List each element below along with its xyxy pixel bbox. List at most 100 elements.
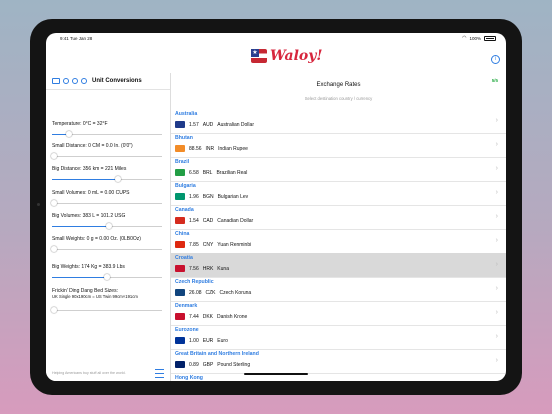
currency-row[interactable]: Bhutan 88.56 INR Indian Rupee › bbox=[171, 133, 506, 158]
sidebar-header: Unit Conversions bbox=[46, 73, 170, 90]
country-flag-icon bbox=[175, 361, 185, 368]
conversion-text: Big Distance: 356 km = 221 Miles bbox=[52, 166, 127, 172]
country-name: Denmark bbox=[175, 303, 198, 309]
chevron-right-icon: › bbox=[495, 237, 498, 244]
currency-code: GBP bbox=[202, 361, 214, 368]
currency-name: Danish Krone bbox=[217, 313, 248, 320]
status-right: ◠ 100% bbox=[462, 35, 496, 41]
app-header: ★ Waloy! i bbox=[46, 43, 506, 73]
currency-row[interactable]: Denmark 7.44 DKK Danish Krone › bbox=[171, 301, 506, 326]
currency-name: Australian Dollar bbox=[217, 121, 254, 128]
country-flag-icon bbox=[175, 241, 185, 248]
battery-icon bbox=[484, 35, 496, 41]
conversion-slider[interactable] bbox=[52, 176, 162, 182]
conversion-slider[interactable] bbox=[52, 223, 162, 229]
currency-name: Yuan Renminbi bbox=[217, 241, 252, 248]
slider-knob[interactable] bbox=[65, 131, 72, 137]
app-logo: ★ Waloy! bbox=[251, 47, 323, 65]
slider-knob[interactable] bbox=[51, 307, 58, 313]
conversion-slider[interactable] bbox=[52, 131, 162, 137]
currency-row[interactable]: Croatia 7.56 HRK Kuna › bbox=[171, 253, 506, 278]
currency-code: HRK bbox=[202, 265, 214, 272]
currency-name: Canadian Dollar bbox=[217, 217, 254, 224]
chevron-right-icon: › bbox=[495, 261, 498, 268]
currency-name: Pound Sterling bbox=[217, 361, 251, 368]
rate-line: 7.44 DKK Danish Krone bbox=[175, 313, 247, 320]
chevron-right-icon: › bbox=[495, 285, 498, 292]
conversion-slider[interactable] bbox=[51, 200, 162, 206]
currency-code: AUD bbox=[202, 121, 214, 128]
sidebar-title: Unit Conversions bbox=[92, 78, 142, 84]
rate-line: 6.58 BRL Brazilian Real bbox=[175, 169, 247, 176]
rate-value: 1.57 bbox=[189, 121, 199, 128]
rate-value: 88.56 bbox=[189, 145, 202, 152]
slider-knob[interactable] bbox=[51, 153, 58, 159]
currency-row[interactable]: Czech Republic 26.08 CZK Czech Koruna › bbox=[171, 277, 506, 302]
currency-code: INR bbox=[205, 145, 215, 152]
rate-line: 1.54 CAD Canadian Dollar bbox=[175, 217, 253, 224]
rate-value: 0.89 bbox=[189, 361, 199, 368]
slider-knob[interactable] bbox=[51, 246, 58, 252]
country-name: Croatia bbox=[175, 255, 193, 261]
screen: 9:41 Tue Jan 28 ◠ 100% ★ Waloy! i Unit C… bbox=[46, 33, 506, 381]
status-clock: 9:41 Tue Jan 28 bbox=[60, 36, 92, 41]
conversion-label: Frickin' Ding Dang Bed Sizes: UK Single 9… bbox=[52, 288, 138, 299]
country-name: Great Britain and Northern Ireland bbox=[175, 351, 259, 357]
status-time: 9:41 bbox=[60, 36, 69, 41]
currency-row[interactable]: Great Britain and Northern Ireland 0.89 GB… bbox=[171, 349, 506, 374]
sliders-icon[interactable] bbox=[155, 369, 164, 378]
compass-icon[interactable] bbox=[63, 78, 69, 84]
rate-value: 7.56 bbox=[189, 265, 199, 272]
currency-row[interactable]: Australia 1.57 AUD Australian Dollar › bbox=[171, 109, 506, 134]
country-flag-icon bbox=[175, 289, 185, 296]
home-indicator bbox=[244, 373, 308, 375]
wifi-icon: ◠ bbox=[462, 35, 467, 41]
slider-fill bbox=[52, 277, 107, 278]
rate-value: 7.85 bbox=[189, 241, 199, 248]
currency-name: Indian Rupee bbox=[218, 145, 248, 152]
country-flag-icon bbox=[175, 169, 185, 176]
conversion-slider[interactable] bbox=[51, 246, 162, 252]
conversion-label: Big Distance: 356 km = 221 Miles bbox=[52, 166, 126, 172]
country-flag-icon bbox=[175, 313, 185, 320]
panel-header: Exchange Rates 5/5 bbox=[171, 73, 506, 89]
country-name: Bhutan bbox=[175, 135, 193, 141]
chevron-right-icon: › bbox=[495, 333, 498, 340]
settings-icon[interactable] bbox=[81, 78, 87, 84]
currency-row[interactable]: Canada 1.54 CAD Canadian Dollar › bbox=[171, 205, 506, 230]
currency-code: DKK bbox=[202, 313, 214, 320]
footer-tagline: Helping Americans buy stuff all over the… bbox=[52, 371, 126, 375]
status-bar: 9:41 Tue Jan 28 ◠ 100% bbox=[46, 33, 506, 43]
currency-row[interactable]: Bulgaria 1.96 BGN Bulgarian Lev › bbox=[171, 181, 506, 206]
ipad-frame: 9:41 Tue Jan 28 ◠ 100% ★ Waloy! i Unit C… bbox=[30, 19, 522, 395]
rate-value: 1.00 bbox=[189, 337, 199, 344]
slider-knob[interactable] bbox=[106, 223, 113, 229]
currency-code: CZK bbox=[205, 289, 216, 296]
conversion-slider[interactable] bbox=[51, 153, 162, 159]
rate-line: 1.57 AUD Australian Dollar bbox=[175, 121, 254, 128]
slider-knob[interactable] bbox=[115, 176, 121, 182]
conversion-label: Small Volumes: 0 mL = 0.00 CUPS bbox=[52, 190, 130, 196]
rate-line: 1.96 BGN Bulgarian Lev bbox=[175, 193, 248, 200]
country-name: Brazil bbox=[175, 159, 190, 165]
globe-icon[interactable] bbox=[72, 78, 78, 84]
currency-row[interactable]: Brazil 6.58 BRL Brazilian Real › bbox=[171, 157, 506, 182]
exchange-rates-panel: Exchange Rates 5/5 Select destination co… bbox=[171, 73, 506, 381]
conversion-subtext: UK Single 90x190cm = US Twin 99cm×191cm bbox=[52, 294, 138, 299]
slider-knob[interactable] bbox=[104, 274, 110, 280]
country-name: Czech Republic bbox=[175, 279, 214, 285]
currency-row[interactable]: Eurozone 1.00 EUR Euro › bbox=[171, 325, 506, 350]
currency-code: EUR bbox=[202, 337, 214, 344]
unit-conversions-sidebar: Unit Conversions Temperature: 0°C = 32°F… bbox=[46, 73, 171, 381]
sidebar-toggle-icon[interactable] bbox=[52, 78, 60, 84]
conversion-slider[interactable] bbox=[52, 274, 162, 280]
rate-value: 1.54 bbox=[189, 217, 199, 224]
info-icon[interactable]: i bbox=[491, 55, 500, 64]
country-flag-icon bbox=[175, 337, 185, 344]
currency-row[interactable]: Hong Kong9.41HKDHong Kong Dollar› bbox=[171, 373, 506, 381]
conversion-text: Big Volumes: 383 L = 101.2 USG bbox=[52, 213, 126, 219]
conversion-slider[interactable] bbox=[51, 307, 162, 313]
currency-name: Brazilian Real bbox=[216, 169, 248, 176]
slider-knob[interactable] bbox=[51, 200, 58, 206]
currency-row[interactable]: China 7.85 CNY Yuan Renminbi › bbox=[171, 229, 506, 254]
